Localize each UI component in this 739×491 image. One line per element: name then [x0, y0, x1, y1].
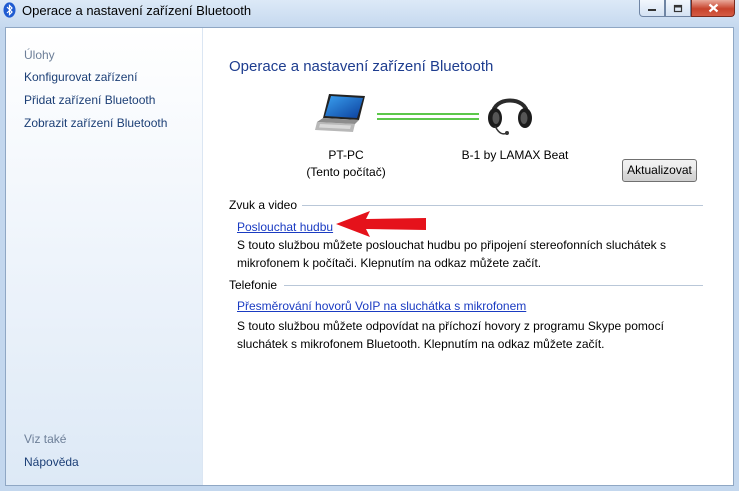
close-button[interactable]: [691, 0, 735, 17]
description-line: mikrofonem k počítači. Klepnutím na odka…: [237, 256, 542, 270]
task-pane: Úlohy Konfigurovat zařízení Přidat zaříz…: [6, 28, 203, 485]
page-title: Operace a nastavení zařízení Bluetooth: [229, 58, 494, 75]
listen-to-music-description: S touto službou můžete poslouchat hudbu …: [237, 236, 677, 272]
connection-lines: [377, 113, 479, 120]
red-arrow-icon: [336, 211, 426, 237]
maximize-icon: [673, 4, 683, 12]
description-line: sluchátek s mikrofonem Bluetooth. Klepnu…: [237, 337, 605, 351]
description-line: S touto službou můžete poslouchat hudbu …: [237, 238, 666, 252]
headset-icon[interactable]: [487, 88, 533, 138]
remote-device-name: B-1 by LAMAX Beat: [461, 148, 569, 162]
sidebar-item-show-bluetooth-devices[interactable]: Zobrazit zařízení Bluetooth: [24, 116, 167, 130]
section-divider: [302, 205, 703, 206]
section-divider: [284, 285, 703, 286]
laptop-icon[interactable]: [315, 92, 371, 136]
caption-buttons: [639, 0, 735, 18]
sidebar-item-add-bluetooth-device[interactable]: Přidat zařízení Bluetooth: [24, 93, 155, 107]
sidebar-item-configure-device[interactable]: Konfigurovat zařízení: [24, 70, 137, 84]
maximize-button[interactable]: [665, 0, 691, 17]
title-bar[interactable]: Operace a nastavení zařízení Bluetooth: [0, 0, 739, 22]
window-title: Operace a nastavení zařízení Bluetooth: [22, 3, 252, 18]
voip-redirect-link[interactable]: Přesměrování hovorů VoIP na sluchátka s …: [237, 299, 526, 313]
minimize-icon: [648, 9, 656, 11]
voip-redirect-description: S touto službou můžete odpovídat na příc…: [237, 317, 677, 353]
bluetooth-operations-window: Operace a nastavení zařízení Bluetooth Ú…: [0, 0, 739, 491]
see-also-heading: Viz také: [24, 432, 67, 446]
close-icon: [708, 3, 718, 13]
bluetooth-icon: [3, 2, 16, 18]
refresh-button[interactable]: Aktualizovat: [622, 159, 697, 182]
section-heading-audio-video: Zvuk a video: [229, 198, 298, 212]
section-heading-telephony: Telefonie: [229, 278, 278, 292]
minimize-button[interactable]: [639, 0, 665, 17]
description-line: S touto službou můžete odpovídat na příc…: [237, 319, 664, 333]
tasks-heading: Úlohy: [24, 48, 55, 62]
sidebar-item-help[interactable]: Nápověda: [24, 455, 79, 469]
listen-to-music-link[interactable]: Poslouchat hudbu: [237, 220, 333, 234]
local-device-label: PT-PC (Tento počítač): [291, 148, 401, 179]
client-area: Úlohy Konfigurovat zařízení Přidat zaříz…: [5, 27, 734, 486]
main-panel: Operace a nastavení zařízení Bluetooth P…: [202, 28, 733, 485]
local-device-name: PT-PC: [328, 148, 364, 162]
local-device-subtitle: (Tento počítač): [306, 165, 386, 179]
